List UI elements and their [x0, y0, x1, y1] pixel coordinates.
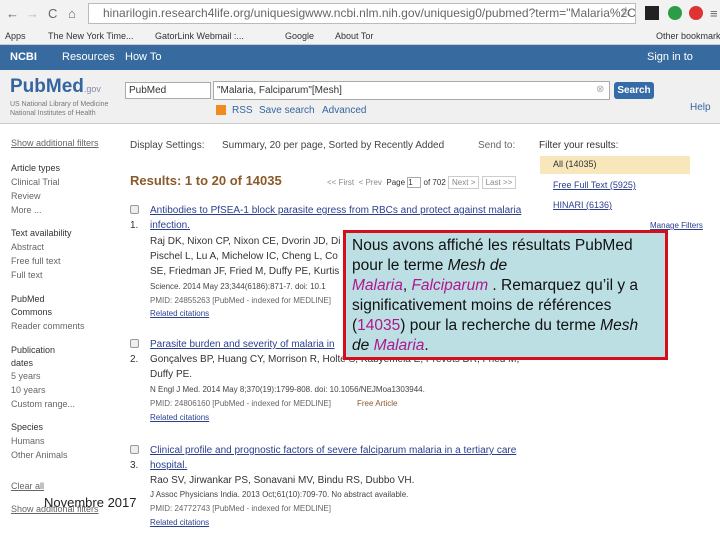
filter-10-years[interactable]: 10 years	[11, 385, 46, 395]
star-icon[interactable]: ☆	[620, 4, 632, 20]
pubmed-logo[interactable]: PubMed.gov	[10, 76, 101, 98]
result-title-link[interactable]: Clinical profile and prognostic factors …	[150, 443, 540, 473]
publication-dates-heading: Publication	[11, 345, 56, 355]
first-page-link[interactable]: << First	[327, 178, 354, 187]
save-search-link[interactable]: Save search	[259, 105, 315, 116]
filter-hinari[interactable]: HINARI (6136)	[553, 200, 612, 210]
result-authors: Raj DK, Nixon CP, Nixon CE, Dvorin JD, D…	[150, 236, 341, 247]
result-checkbox[interactable]	[130, 205, 139, 214]
prev-page-link[interactable]: < Prev	[359, 178, 382, 187]
filter-5-years[interactable]: 5 years	[11, 371, 41, 381]
search-button[interactable]: Search	[614, 82, 654, 99]
bookmark-apps[interactable]: Apps	[5, 28, 26, 44]
page-label: Page	[386, 178, 406, 187]
annotation-callout: Nous avons affiché les résultats PubMed …	[343, 230, 668, 360]
result-authors: SE, Friedman JF, Fried M, Duffy PE, Kurt…	[150, 266, 340, 277]
result-number: 2.	[130, 354, 139, 365]
commons-heading: Commons	[11, 307, 53, 317]
filter-other-animals[interactable]: Other Animals	[11, 450, 68, 460]
address-bar[interactable]: hinarilogin.research4life.org/uniquesigw…	[88, 3, 636, 24]
species-heading: Species	[11, 422, 44, 432]
advanced-link[interactable]: Advanced	[322, 105, 366, 116]
back-icon[interactable]: ←	[6, 6, 19, 21]
result-pmid: PMID: 24855263 [PubMed - indexed for MED…	[150, 296, 331, 305]
ncbi-logo[interactable]: NCBI	[10, 45, 37, 70]
search-input[interactable]: "Malaria, Falciparum"[Mesh]	[213, 81, 610, 100]
bookmark-gatorlink[interactable]: GatorLink Webmail :...	[155, 28, 244, 44]
page-input[interactable]: 1	[407, 177, 422, 188]
filter-more[interactable]: More ...	[11, 205, 42, 215]
filter-review[interactable]: Review	[11, 191, 41, 201]
result-journal: J Assoc Physicians India. 2013 Oct;61(10…	[150, 490, 409, 499]
reload-icon[interactable]: C	[48, 6, 57, 21]
result-authors: Pischel L, Lu A, Michelow IC, Cheng L, C…	[150, 251, 338, 262]
related-citations-link[interactable]: Related citations	[150, 413, 209, 422]
ncbi-bar: NCBI Resources How To Sign in to NCBI	[0, 45, 720, 88]
show-filters-link[interactable]: Show additional filters	[11, 138, 99, 148]
clear-all-link[interactable]: Clear all	[11, 481, 44, 491]
bookmarks-bar: Apps The New York Time... GatorLink Webm…	[0, 28, 720, 45]
bookmark-tor[interactable]: About Tor	[335, 28, 373, 44]
extension-h-icon[interactable]	[645, 6, 659, 20]
pubmed-header: PubMed.gov US National Library of Medici…	[0, 70, 720, 124]
filter-clinical-trial[interactable]: Clinical Trial	[11, 177, 60, 187]
menu-icon[interactable]: ≡	[710, 6, 718, 21]
bookmark-nyt[interactable]: The New York Time...	[48, 28, 134, 44]
forward-icon[interactable]: →	[26, 6, 39, 21]
rss-link[interactable]: RSS	[232, 105, 253, 116]
result-pmid: PMID: 24772743 [PubMed - indexed for MED…	[150, 504, 331, 513]
result-item: 3. Clinical profile and prognostic facto…	[130, 443, 540, 533]
clear-icon[interactable]: ⊗	[596, 84, 604, 95]
article-types-heading: Article types	[11, 163, 61, 173]
help-link[interactable]: Help	[690, 102, 711, 113]
result-number: 3.	[130, 460, 139, 471]
free-article-label: Free Article	[357, 399, 398, 408]
display-settings-label[interactable]: Display Settings:	[130, 140, 204, 151]
manage-filters-link[interactable]: Manage Filters	[650, 221, 703, 230]
database-select[interactable]: PubMed	[125, 82, 211, 99]
filter-abstract[interactable]: Abstract	[11, 242, 44, 252]
slide-date: Novembre 2017	[44, 495, 137, 510]
related-citations-link[interactable]: Related citations	[150, 309, 209, 318]
result-journal: N Engl J Med. 2014 May 8;370(19):1799-80…	[150, 385, 425, 394]
howto-menu[interactable]: How To	[125, 45, 161, 70]
last-page-button[interactable]: Last >>	[481, 176, 517, 189]
filter-title: Filter your results:	[539, 140, 619, 151]
results-count: Results: 1 to 20 of 14035	[130, 173, 282, 188]
send-to-menu[interactable]: Send to:	[478, 140, 515, 151]
filter-custom-range[interactable]: Custom range...	[11, 399, 75, 409]
extension-green-icon[interactable]	[668, 6, 682, 20]
result-pmid: PMID: 24806160 [PubMed - indexed for MED…	[150, 399, 331, 408]
display-settings-value[interactable]: Summary, 20 per page, Sorted by Recently…	[222, 140, 444, 151]
bookmark-google[interactable]: Google	[285, 28, 314, 44]
resources-menu[interactable]: Resources	[62, 45, 115, 70]
bookmark-other[interactable]: Other bookmarks	[656, 28, 720, 44]
result-title-link[interactable]: Antibodies to PfSEA-1 block parasite egr…	[150, 203, 540, 233]
result-checkbox[interactable]	[130, 339, 139, 348]
text-availability-heading: Text availability	[11, 228, 72, 238]
filter-reader-comments[interactable]: Reader comments	[11, 321, 85, 331]
filter-full-text[interactable]: Full text	[11, 270, 43, 280]
filter-humans[interactable]: Humans	[11, 436, 45, 446]
next-page-button[interactable]: Next >	[448, 176, 480, 189]
filter-free-full-text[interactable]: Free full text	[11, 256, 61, 266]
pagination: << First < Prev Page 1 of 702 Next > Las…	[327, 176, 517, 189]
result-journal: Science. 2014 May 23;344(6186):871-7. do…	[150, 282, 326, 291]
rss-icon	[216, 105, 226, 115]
result-number: 1.	[130, 220, 139, 231]
adblock-icon[interactable]	[689, 6, 703, 20]
result-authors: Duffy PE.	[150, 369, 193, 380]
result-checkbox[interactable]	[130, 445, 139, 454]
home-icon[interactable]: ⌂	[68, 6, 76, 21]
result-authors: Rao SV, Jirwankar PS, Sonavani MV, Bindu…	[150, 475, 415, 486]
nlm-label: US National Library of Medicine National …	[10, 101, 109, 117]
filter-all[interactable]: All (14035)	[540, 156, 690, 174]
browser-toolbar: ← → C ⌂ hinarilogin.research4life.org/un…	[0, 0, 720, 28]
dates-heading: dates	[11, 358, 34, 368]
related-citations-link[interactable]: Related citations	[150, 518, 209, 527]
pubmed-commons-heading: PubMed	[11, 294, 45, 304]
page-total: of 702	[423, 178, 446, 187]
filter-free-full-text-right[interactable]: Free Full Text (5925)	[553, 180, 636, 190]
